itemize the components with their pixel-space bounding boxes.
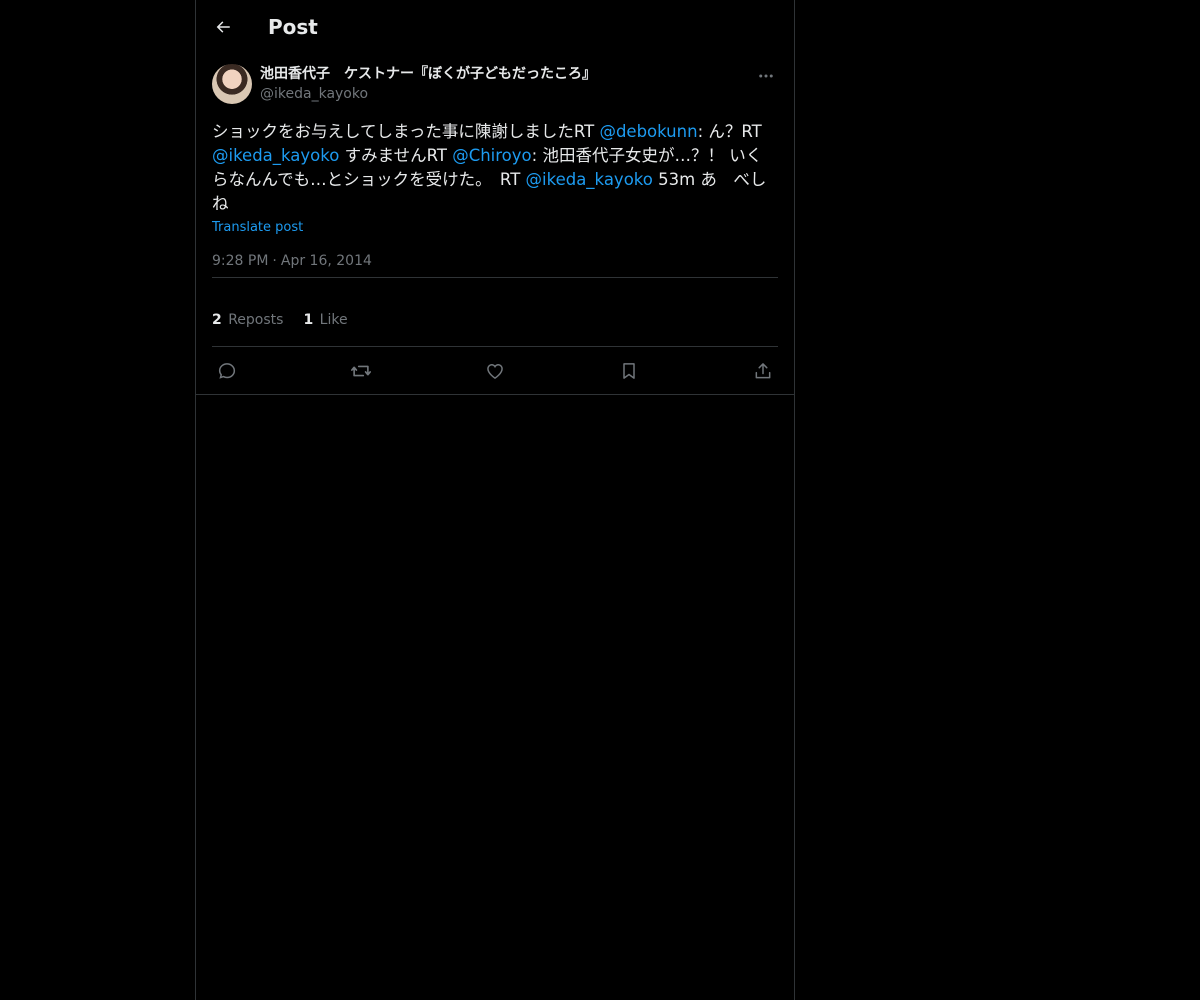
- handle[interactable]: @ikeda_kayoko: [260, 84, 754, 104]
- like-icon: [487, 363, 503, 379]
- like-button[interactable]: [484, 360, 506, 382]
- stats-row: 2 Reposts 1 Like: [212, 294, 778, 346]
- post-text: ショックをお与えしてしまった事に陳謝しましたRT @debokunn: ん？RT…: [212, 120, 783, 216]
- post: 池田香代子 ケストナー『ぼくが子どもだったころ』 @ikeda_kayoko シ…: [196, 64, 794, 395]
- likes-count: 1: [303, 312, 314, 328]
- header: Post: [196, 0, 794, 54]
- display-name[interactable]: 池田香代子 ケストナー『ぼくが子どもだったころ』: [260, 64, 754, 84]
- mention-link[interactable]: @Chiroyo: [452, 146, 531, 165]
- divider: [212, 277, 778, 278]
- main-column: Post 池田香代子 ケストナー『ぼくが子どもだったころ』 @ikeda_kay…: [195, 0, 795, 1000]
- reply-icon: [218, 362, 236, 379]
- repost-button[interactable]: [350, 360, 372, 382]
- mention-link[interactable]: @ikeda_kayoko: [526, 170, 653, 189]
- post-time[interactable]: 9:28 PM: [212, 253, 268, 269]
- bookmark-button[interactable]: [618, 360, 640, 382]
- post-date[interactable]: Apr 16, 2014: [281, 253, 372, 269]
- reply-button[interactable]: [216, 360, 238, 382]
- timestamp: 9:28 PM · Apr 16, 2014: [212, 253, 372, 269]
- reposts-label: Reposts: [228, 312, 284, 328]
- mention-link[interactable]: @debokunn: [599, 122, 697, 141]
- post-text-segment: ショックをお与えしてしまった事に陳謝しましたRT: [212, 122, 600, 141]
- page-title: Post: [268, 15, 318, 39]
- avatar[interactable]: [212, 64, 252, 104]
- more-button[interactable]: [754, 66, 778, 86]
- bookmark-icon: [623, 362, 635, 379]
- post-text-segment: すみませんRT: [339, 146, 453, 165]
- author-row: 池田香代子 ケストナー『ぼくが子どもだったころ』 @ikeda_kayoko: [212, 64, 778, 106]
- translate-post-link[interactable]: Translate post: [212, 220, 303, 235]
- repost-icon: [351, 365, 371, 376]
- post-text-segment: : ん？RT: [697, 122, 762, 141]
- reposts-stat[interactable]: 2 Reposts: [212, 312, 283, 328]
- likes-stat[interactable]: 1 Like: [303, 312, 347, 328]
- actions-row: [212, 347, 778, 394]
- author-names: 池田香代子 ケストナー『ぼくが子どもだったころ』 @ikeda_kayoko: [260, 64, 754, 104]
- mention-link[interactable]: @ikeda_kayoko: [212, 146, 339, 165]
- reposts-count: 2: [212, 312, 222, 328]
- share-button[interactable]: [752, 360, 774, 382]
- share-icon: [755, 362, 771, 378]
- likes-label: Like: [319, 312, 348, 328]
- post-bottom-border: [196, 394, 794, 395]
- back-arrow-icon: [216, 21, 230, 33]
- back-button[interactable]: [212, 16, 234, 38]
- more-icon: [759, 74, 773, 78]
